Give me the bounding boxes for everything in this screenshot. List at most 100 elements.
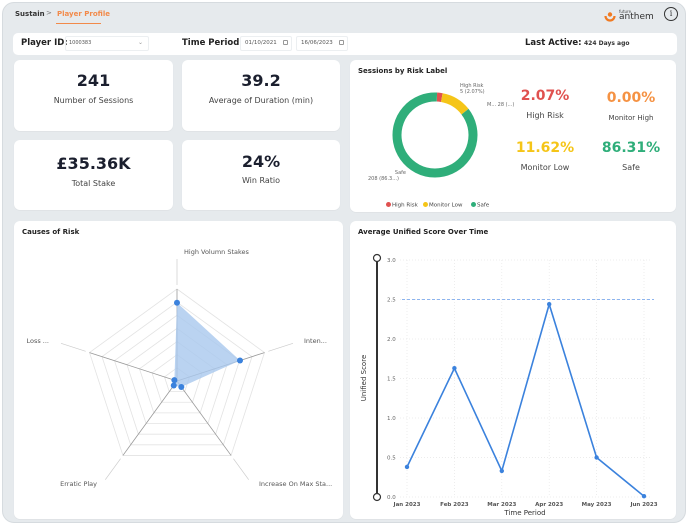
line-chart: 0.0 0.5 1.0 1.5 2.0 2.5 3.0 Jan 2023 Feb 2023 Mar… (360, 253, 658, 517)
y-tick-label: 0.0 (387, 495, 396, 501)
x-tick-label: Jan 2023 (393, 502, 421, 508)
data-point (499, 468, 504, 474)
brand-name: anthem (619, 12, 654, 22)
legend-high-risk[interactable]: High Risk (386, 202, 418, 209)
future-anthem-logo-icon (604, 12, 616, 22)
chevron-down-icon: ⌄ (137, 39, 143, 46)
kpi-value: £35.36K (56, 154, 131, 173)
radar-axis (122, 380, 178, 456)
legend-label: Monitor Low (429, 202, 463, 209)
last-active-label: Last Active: (525, 38, 582, 48)
radar-point (236, 357, 243, 364)
donut-label-high-risk: High Risk 5 (2.07%) (460, 83, 485, 95)
radar-label-leader (268, 342, 294, 352)
legend-dot (386, 202, 391, 207)
kpi-label: Win Ratio (241, 176, 281, 185)
data-point (404, 464, 410, 470)
start-date-value: 01/10/2021 (245, 40, 277, 46)
kpi-card-sessions: 241 Number of Sessions (14, 60, 173, 131)
radar-point (174, 299, 180, 306)
high-risk-percent: 2.07% (520, 88, 570, 104)
radar-point (178, 383, 185, 390)
end-date-value: 16/06/2023 (301, 40, 333, 46)
high-risk-label: High Risk (526, 111, 564, 120)
kpi-card-duration: 39.2 Average of Duration (min) (182, 60, 340, 131)
radar-axis-label: Erratic Play (60, 480, 97, 488)
filter-bar: Player ID: 1000383 ⌄ Time Period 01/10/2… (13, 33, 677, 55)
y-tick-label: 3.0 (387, 258, 396, 264)
kpi-label: Total Stake (71, 179, 116, 188)
x-tick-label: Apr 2023 (535, 502, 563, 508)
y-axis-title: Unified Score (360, 355, 368, 402)
radar-axis (176, 380, 232, 456)
radar-label-leader (105, 458, 121, 480)
x-tick-label: Mar 2023 (487, 502, 516, 508)
donut-segment-monitor-low (440, 93, 469, 115)
donut-segment-high-risk (436, 92, 443, 103)
legend-safe[interactable]: Safe (471, 202, 489, 209)
safe-percent: 86.31% (601, 140, 661, 156)
breadcrumb-sustain[interactable]: Sustain (15, 10, 45, 18)
radar-axis-label: High Volumn Stakes (184, 248, 250, 256)
info-icon[interactable]: i (664, 7, 678, 21)
y-tick-label: 1.5 (387, 377, 396, 383)
kpi-value: 39.2 (241, 71, 281, 90)
radar-area (173, 302, 240, 387)
donut-label-safe-count: 208 (86.3...) (368, 176, 399, 182)
top-bar: Sustain > Player Profile future anthem i (3, 3, 687, 29)
kpi-value: 24% (241, 152, 281, 171)
player-id-value: 1000383 (69, 40, 92, 46)
panel-title: Sessions by Risk Label (358, 67, 448, 75)
monitor-high-label: Monitor High (608, 114, 654, 122)
causes-of-risk-panel: Causes of Risk High Volumn Stakes Inten..… (14, 221, 343, 519)
radar-axis-label: Increase On Max Sta... (259, 480, 332, 488)
player-id-label: Player ID: (21, 38, 68, 48)
x-tick-label: May 2023 (582, 502, 612, 508)
unified-score-panel: Average Unified Score Over Time 0.0 0.5 1.… (350, 221, 676, 519)
breadcrumb-separator: > (46, 9, 52, 17)
radar-label-leader (233, 458, 249, 480)
radar-point (170, 382, 177, 389)
radar-axis-label: Loss ... (26, 337, 49, 345)
monitor-high-percent: 0.00% (606, 90, 656, 106)
risk-label-panel: Sessions by Risk Label High Risk 5 (2.07… (350, 60, 676, 212)
brand-logo: future anthem (604, 7, 664, 25)
legend-monitor-low[interactable]: Monitor Low (423, 202, 463, 209)
time-period-label: Time Period (182, 38, 240, 48)
active-tab-underline (56, 23, 101, 24)
data-point (452, 366, 457, 371)
calendar-icon[interactable] (283, 40, 288, 45)
donut-label-line: 5 (2.07%) (460, 89, 485, 95)
data-point (594, 455, 599, 460)
end-date-input[interactable]: 16/06/2023 (296, 36, 348, 51)
slider-handle-bottom (372, 492, 382, 502)
player-id-select[interactable]: 1000383 ⌄ (65, 36, 149, 51)
kpi-card-stake: £35.36K Total Stake (14, 140, 173, 210)
data-point (641, 494, 647, 499)
radar-axis-label: Inten... (304, 337, 327, 345)
y-tick-label: 2.5 (387, 298, 396, 304)
kpi-value: 241 (76, 71, 111, 90)
radar-label-leader (60, 342, 86, 352)
safe-label: Safe (622, 163, 640, 172)
dashboard-frame: Sustain > Player Profile future anthem i… (2, 2, 686, 523)
start-date-input[interactable]: 01/10/2021 (240, 36, 292, 51)
series-line (406, 301, 645, 497)
calendar-icon[interactable] (339, 40, 344, 45)
x-tick-label: Feb 2023 (440, 502, 469, 508)
last-active-value: 424 Days ago (584, 40, 630, 47)
kpi-label: Number of Sessions (53, 96, 134, 105)
kpi-card-win-ratio: 24% Win Ratio (182, 140, 340, 210)
x-axis-title: Time Period (503, 509, 545, 517)
slider-handle-top (372, 253, 382, 263)
legend-label: High Risk (392, 202, 418, 209)
breadcrumb-player-profile[interactable]: Player Profile (57, 10, 110, 18)
data-point (547, 302, 552, 307)
legend-label: Safe (477, 202, 490, 209)
y-tick-label: 2.0 (387, 337, 396, 343)
x-tick-label: Jun 2023 (629, 502, 657, 508)
y-tick-label: 1.0 (387, 416, 396, 422)
legend-dot (423, 202, 428, 207)
y-tick-label: 0.5 (387, 456, 396, 462)
radar-axis (89, 352, 178, 382)
